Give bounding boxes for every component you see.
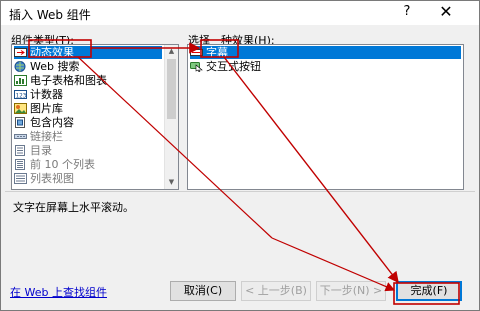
list-item-label: Web 搜索 [30,60,80,73]
scroll-down-arrow-icon[interactable]: ▼ [165,176,178,189]
list-item-included-content[interactable]: 包含内容 [14,116,74,129]
dialog-body: 组件类型(T): 选择一种效果(H): 动态效果 Web 搜索 电子表格和图表 [1,25,479,310]
help-button[interactable]: ? [399,3,415,21]
list-item-label: 包含内容 [30,116,74,129]
finish-button[interactable]: 完成(F) [396,281,462,301]
marquee-icon [190,47,203,58]
list-item-web-search[interactable]: Web 搜索 [14,60,79,73]
back-button[interactable]: < 上一步(B) [241,281,311,301]
effect-description: 文字在屏幕上水平滚动。 [13,201,134,214]
list-item-motion[interactable]: 动态效果 [14,46,162,59]
title-bar: 插入 Web 组件 ? ✕ [1,1,479,25]
cancel-button[interactable]: 取消(C) [170,281,236,301]
list-item-top10[interactable]: 前 10 个列表 [14,158,95,171]
included-content-icon [14,116,27,128]
list-item-label: 链接栏 [30,130,63,143]
web-search-icon [14,60,27,72]
next-button[interactable]: 下一步(N) > [316,281,386,301]
list-item-label: 电子表格和图表 [30,74,107,87]
list-item-photo-gallery[interactable]: 图片库 [14,102,63,115]
photo-gallery-icon [14,102,27,114]
close-button[interactable]: ✕ [435,2,457,22]
list-item-label: 目录 [30,144,52,157]
effect-list[interactable]: 字幕 交互式按钮 [187,44,464,190]
scroll-thumb[interactable] [167,59,176,119]
list-item-label: 图片库 [30,102,63,115]
list-item-label: 字幕 [206,46,228,59]
motion-icon [14,47,27,58]
list-item-interactive-button[interactable]: 交互式按钮 [190,60,261,73]
list-item-label: 前 10 个列表 [30,158,95,171]
find-components-link[interactable]: 在 Web 上查找组件 [10,284,107,300]
dialog-title: 插入 Web 组件 [9,8,91,22]
interactive-button-icon [190,61,203,72]
component-type-list[interactable]: 动态效果 Web 搜索 电子表格和图表 123 计数器 图片库 包含内容 链接栏… [11,44,179,190]
toc-icon [14,144,27,156]
list-item-label: 列表视图 [30,172,74,185]
link-bar-icon [14,131,27,142]
list-item-marquee[interactable]: 字幕 [190,46,461,59]
svg-text:123: 123 [16,92,27,99]
component-list-scrollbar[interactable]: ▲ ▼ [164,45,178,189]
spreadsheet-icon [14,74,27,86]
list-item-label: 交互式按钮 [206,60,261,73]
list-view-icon [14,172,27,184]
insert-web-component-dialog: 插入 Web 组件 ? ✕ 组件类型(T): 选择一种效果(H): 动态效果 W… [0,0,480,311]
list-item-link-bar[interactable]: 链接栏 [14,130,63,143]
scroll-up-arrow-icon[interactable]: ▲ [165,45,178,58]
list-item-list-view[interactable]: 列表视图 [14,172,74,185]
list-item-toc[interactable]: 目录 [14,144,52,157]
list-item-label: 计数器 [30,88,63,101]
counter-icon: 123 [14,89,27,100]
list-item-label: 动态效果 [30,46,74,59]
list-item-counter[interactable]: 123 计数器 [14,88,63,101]
list-item-spreadsheet[interactable]: 电子表格和图表 [14,74,107,87]
top10-list-icon [14,158,27,170]
